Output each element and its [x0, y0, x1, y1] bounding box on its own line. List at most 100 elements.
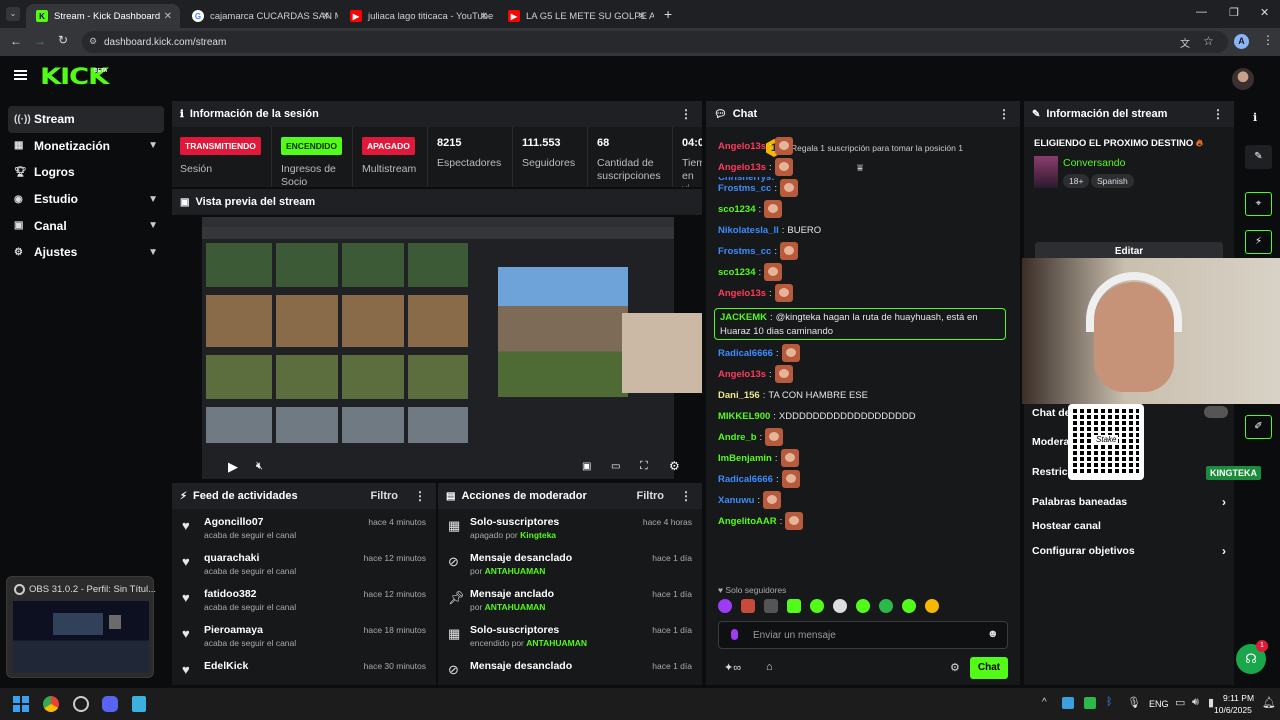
chat-username[interactable]: AngelitoAAR: [718, 516, 777, 527]
reload-icon[interactable]: ↻: [58, 33, 68, 47]
emote-icon[interactable]: [856, 599, 870, 613]
emote-icon[interactable]: [765, 428, 784, 446]
chat-username[interactable]: Angelo13s: [718, 288, 766, 299]
obs-taskbar-preview[interactable]: OBS 31.0.2 - Perfil: Sin Títul...: [6, 576, 156, 678]
emoji-icon[interactable]: ☻: [987, 628, 999, 640]
bluetooth-icon[interactable]: ᛒ: [1106, 696, 1113, 708]
obs-taskbar-icon[interactable]: [73, 696, 89, 712]
bookmark-star-icon[interactable]: ☆: [1203, 34, 1214, 48]
tab-search-button[interactable]: ⌄: [6, 7, 20, 21]
chat-username[interactable]: Radical6666: [718, 474, 773, 485]
emote-icon[interactable]: [779, 242, 798, 260]
emote-icon[interactable]: [787, 599, 801, 613]
notification-icon[interactable]: 🔔︎: [1262, 696, 1276, 709]
stream-video[interactable]: ▶ 🔇︎ ▣ ▭ ⛶ ⚙: [202, 217, 702, 479]
emote-icon[interactable]: [925, 599, 939, 613]
browser-menu-icon[interactable]: ⋮: [1262, 33, 1274, 47]
tab-youtube-g5[interactable]: ▶ LA G5 LE METE SU GOLPE A KI ✕: [498, 4, 654, 28]
emote-icon[interactable]: [774, 284, 793, 302]
emote-icon[interactable]: [764, 200, 783, 218]
chat-username[interactable]: Angelo13s: [718, 141, 766, 152]
tray-app-icon[interactable]: [1084, 697, 1096, 709]
send-chat-button[interactable]: Chat: [970, 657, 1008, 679]
discord-icon[interactable]: [102, 696, 118, 712]
fullscreen-icon[interactable]: ⛶: [640, 460, 648, 473]
sidebar-item-stream[interactable]: ((·)) Stream: [8, 106, 164, 133]
emote-icon[interactable]: [810, 599, 824, 613]
mic-icon[interactable]: [731, 629, 738, 640]
filter-button[interactable]: Filtro: [637, 490, 665, 502]
emote-icon[interactable]: [774, 158, 793, 176]
tab-youtube-juliaca[interactable]: ▶ juliaca lago titicaca - YouTube ✕: [340, 4, 496, 28]
url-input[interactable]: ⚙ dashboard.kick.com/stream 文 ☆: [82, 31, 1228, 53]
more-options-icon[interactable]: ⋮: [414, 489, 426, 503]
back-icon[interactable]: ←: [10, 34, 22, 48]
sidebar-item-monetizacion[interactable]: ▦ Monetización ▼: [8, 133, 164, 160]
emote-icon[interactable]: [763, 491, 782, 509]
mute-icon[interactable]: 🔇︎: [256, 460, 263, 473]
site-info-icon[interactable]: ⚙: [89, 36, 97, 47]
theater-icon[interactable]: ▭: [611, 461, 620, 472]
sidebar-item-logros[interactable]: 🏆︎ Logros: [8, 159, 164, 186]
emote-icon[interactable]: [779, 179, 798, 197]
chat-username[interactable]: sco1234: [718, 267, 756, 278]
close-icon[interactable]: ✕: [164, 11, 172, 22]
emote-icon[interactable]: [879, 599, 893, 613]
new-tab-button[interactable]: +: [664, 6, 672, 22]
sidebar-item-ajustes[interactable]: ⚙ Ajustes ▼: [8, 239, 164, 266]
chat-username[interactable]: ImBenjamin: [718, 453, 772, 464]
menu-item-hostear[interactable]: Hostear canal: [1032, 520, 1101, 532]
more-options-icon[interactable]: ⋮: [998, 107, 1010, 121]
sidebar-item-canal[interactable]: ▣ Canal ▼: [8, 212, 164, 239]
category-link[interactable]: Conversando: [1063, 157, 1125, 169]
close-icon[interactable]: ✕: [480, 11, 488, 22]
toggle-switch[interactable]: [1204, 406, 1228, 418]
emote-icon[interactable]: [764, 263, 783, 281]
menu-item-moderacion[interactable]: Modera: [1032, 436, 1069, 448]
emote-icon[interactable]: [781, 470, 800, 488]
close-window-button[interactable]: ✕: [1260, 6, 1269, 19]
edit-tool-icon[interactable]: ✎: [1245, 145, 1272, 169]
volume-icon[interactable]: 🔊︎: [1192, 696, 1199, 709]
windows-start-icon[interactable]: [13, 696, 29, 712]
emote-icon[interactable]: [785, 512, 804, 530]
translate-icon[interactable]: 文: [1180, 35, 1190, 50]
emote-icon[interactable]: [774, 137, 793, 155]
sidebar-item-estudio[interactable]: ◉ Estudio ▼: [8, 186, 164, 213]
user-avatar[interactable]: [1232, 68, 1254, 90]
chat-username[interactable]: Dani_156: [718, 390, 760, 401]
more-options-icon[interactable]: ⋮: [1212, 107, 1224, 121]
emote-icon[interactable]: [833, 599, 847, 613]
clock-date[interactable]: 10/6/2025: [1214, 705, 1252, 715]
menu-item-palabras-baneadas[interactable]: Palabras baneadas ›: [1032, 495, 1226, 509]
settings-icon[interactable]: ⚙: [669, 459, 680, 473]
network-icon[interactable]: ▭: [1175, 696, 1185, 709]
hamburger-menu-icon[interactable]: [14, 70, 27, 80]
restore-button[interactable]: ❐: [1229, 6, 1239, 19]
chat-username[interactable]: Xanuwu: [718, 495, 754, 506]
menu-item-chat[interactable]: Chat de: [1032, 407, 1071, 419]
store-icon[interactable]: ⌂: [766, 661, 773, 673]
menu-item-objetivos[interactable]: Configurar objetivos ›: [1032, 544, 1226, 558]
points-icon[interactable]: ✦∞: [724, 661, 741, 674]
tab-cajamarca[interactable]: G cajamarca CUCARDAS SAN MA ✕: [182, 4, 338, 28]
support-chat-button[interactable]: ☊ 1: [1236, 640, 1268, 674]
chat-username[interactable]: Radical6666: [718, 348, 773, 359]
close-icon[interactable]: ✕: [322, 11, 330, 22]
play-icon[interactable]: ▶: [228, 459, 238, 475]
mic-tray-icon[interactable]: 🎙︎: [1127, 696, 1141, 709]
chat-input[interactable]: Enviar un mensaje ☻: [718, 621, 1008, 649]
chat-settings-icon[interactable]: ⚙: [950, 661, 960, 674]
chat-username[interactable]: MIKKEL900: [718, 411, 770, 422]
notepad-icon[interactable]: [132, 696, 146, 712]
chat-username[interactable]: Frostms_cc: [718, 246, 771, 257]
emote-icon[interactable]: [774, 365, 793, 383]
emote-icon[interactable]: [781, 344, 800, 362]
minimize-button[interactable]: —: [1196, 6, 1207, 18]
more-options-icon[interactable]: ⋮: [680, 107, 692, 121]
wand-tool-icon[interactable]: ✐: [1245, 415, 1272, 439]
chat-username[interactable]: Angelo13s: [718, 369, 766, 380]
info-icon[interactable]: ℹ: [1253, 111, 1257, 124]
tab-kick-dashboard[interactable]: K Stream - Kick Dashboard ✕: [26, 4, 180, 28]
pip-icon[interactable]: ▣: [582, 461, 591, 472]
